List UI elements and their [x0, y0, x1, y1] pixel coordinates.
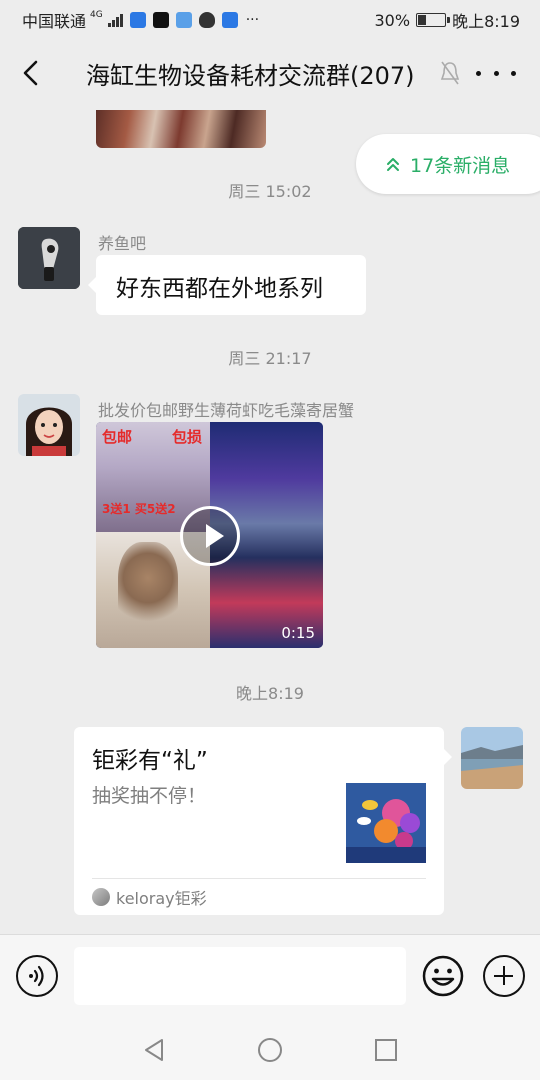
- nav-recent-icon[interactable]: [372, 1036, 400, 1064]
- divider: [92, 878, 426, 879]
- video-overlay-text: 3送1 买5送2: [102, 502, 176, 516]
- image-message-fragment[interactable]: [96, 110, 266, 148]
- timestamp: 周三 15:02: [228, 182, 312, 201]
- network-type: 4G: [90, 10, 103, 20]
- more-notifications-icon: ···: [245, 12, 260, 28]
- my-avatar[interactable]: [461, 727, 523, 789]
- back-button[interactable]: [14, 54, 50, 92]
- timestamp: 周三 21:17: [228, 349, 312, 368]
- emoji-icon: [422, 955, 464, 997]
- notification-app-icon: [175, 12, 192, 28]
- battery-percent: 30%: [374, 10, 411, 30]
- video-duration: 0:15: [281, 624, 315, 642]
- shield-icon: [198, 12, 215, 28]
- card-thumbnail: [346, 783, 426, 863]
- signal-icon: [107, 13, 123, 27]
- avatar[interactable]: [18, 227, 80, 289]
- more-dots-icon: [476, 70, 481, 76]
- avatar[interactable]: [18, 394, 80, 456]
- voice-button[interactable]: [16, 955, 58, 997]
- more-button[interactable]: [476, 60, 516, 86]
- status-right: 30% 晚上8:19: [375, 8, 521, 32]
- play-icon[interactable]: [180, 506, 240, 566]
- card-description: 抽奖抽不停！: [92, 785, 207, 807]
- notification-app-icon: [129, 12, 146, 28]
- double-chevron-up-icon: [387, 158, 399, 171]
- bell-mute-icon: [440, 61, 460, 85]
- status-bar: 中国联通 4G ··· 30% 晚上8:19: [0, 0, 540, 36]
- message-input[interactable]: [74, 947, 406, 1005]
- message-text: 好东西都在外地系列: [116, 276, 323, 302]
- sender-name: 批发价包邮野生薄荷虾吃毛藻寄居蟹: [98, 401, 355, 420]
- source-name: keloray钜彩: [116, 889, 207, 908]
- chat-header: 海缸生物设备耗材交流群(207): [0, 36, 540, 110]
- system-nav-bar: [0, 1020, 540, 1080]
- text-message-bubble[interactable]: 好东西都在外地系列: [88, 255, 366, 315]
- video-message[interactable]: 包邮 包损 3送1 买5送2 0:15: [96, 422, 323, 648]
- carrier-name: 中国联通: [22, 12, 87, 31]
- sender-name: 养鱼吧: [98, 234, 147, 253]
- shrimp-image: [118, 542, 178, 632]
- video-overlay-text: 包损: [172, 428, 203, 446]
- nav-home-icon[interactable]: [256, 1036, 284, 1064]
- chat-title: 海缸生物设备耗材交流群(207): [86, 62, 415, 90]
- video-overlay-text: 包邮: [102, 428, 133, 446]
- plus-button[interactable]: [483, 955, 525, 997]
- nav-back-icon[interactable]: [140, 1036, 168, 1064]
- source-logo-icon: [92, 888, 110, 906]
- tiktok-icon: [152, 12, 169, 28]
- card-source: keloray钜彩: [92, 885, 207, 909]
- new-messages-label: 17条新消息: [410, 154, 511, 177]
- emoji-button[interactable]: [422, 955, 464, 997]
- link-card[interactable]: 钜彩有“礼” 抽奖抽不停！ keloray钜彩: [74, 727, 452, 915]
- battery-icon: [416, 13, 451, 27]
- card-title: 钜彩有“礼”: [92, 748, 208, 774]
- timestamp: 晚上8:19: [236, 684, 304, 703]
- chevron-left-icon: [23, 60, 38, 86]
- input-bar: [0, 934, 540, 1020]
- notification-app-icon: [221, 12, 238, 28]
- status-left: 中国联通 4G ···: [22, 8, 259, 32]
- clock: 晚上8:19: [452, 12, 520, 31]
- voice-icon: [29, 965, 44, 987]
- message-list[interactable]: 17条新消息 周三 15:02 养鱼吧 好东西都在外地系列 周三 21:17 批…: [0, 110, 540, 934]
